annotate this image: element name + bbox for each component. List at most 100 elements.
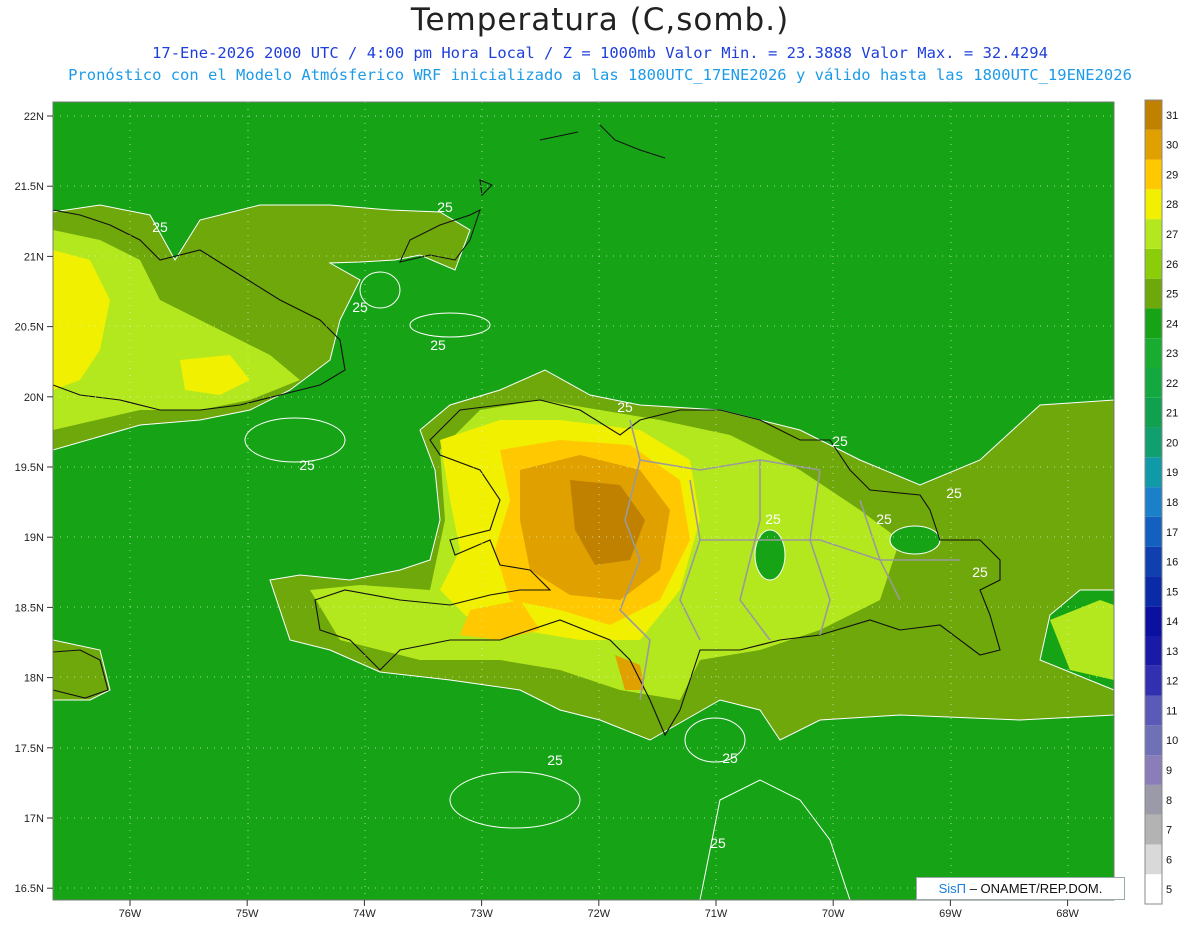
- contour-label: 25: [430, 337, 446, 353]
- lat-tick-label: 22N: [24, 111, 44, 123]
- lon-tick-label: 74W: [353, 908, 376, 920]
- colorbar-label: 26: [1166, 259, 1178, 271]
- colorbar-swatch: [1145, 755, 1162, 785]
- contour-label: 25: [547, 752, 563, 768]
- colorbar-label: 23: [1166, 348, 1178, 360]
- lon-tick-label: 75W: [236, 908, 259, 920]
- lon-tick-label: 70W: [822, 908, 845, 920]
- colorbar-label: 24: [1166, 318, 1178, 330]
- contour-label: 25: [765, 511, 781, 527]
- contour-label: 25: [617, 399, 633, 415]
- colorbar-swatch: [1145, 665, 1162, 696]
- colorbar-label: 21: [1166, 408, 1178, 420]
- field-lobe-1: [244, 417, 346, 463]
- colorbar-swatch: [1145, 874, 1162, 904]
- colorbar-swatch: [1145, 427, 1162, 458]
- colorbar-swatch: [1145, 457, 1162, 488]
- contour-label: 25: [722, 750, 738, 766]
- colorbar-swatch: [1145, 278, 1162, 309]
- colorbar-label: 10: [1166, 735, 1178, 747]
- lat-tick-label: 21.5N: [15, 181, 44, 193]
- lon-tick-label: 73W: [470, 908, 493, 920]
- lon-tick-label: 68W: [1056, 908, 1079, 920]
- field-lobe-8: [889, 525, 941, 555]
- colorbar-swatch: [1145, 189, 1162, 220]
- colorbar-swatch: [1145, 636, 1162, 666]
- colorbar-swatch: [1145, 219, 1162, 249]
- lon-tick-label: 76W: [119, 908, 142, 920]
- colorbar-swatch: [1145, 397, 1162, 428]
- contour-label: 25: [352, 299, 368, 315]
- credit-org: – ONAMET/REP.DOM.: [969, 881, 1103, 896]
- lat-tick-label: 19N: [24, 532, 44, 544]
- colorbar: 5 6 7 8 9 10 11 12 13 14 15 16 17 18 19 20 21 22 23 24 25 26 2…: [1144, 99, 1178, 905]
- lat-tick-label: 16.5N: [15, 883, 44, 895]
- colorbar-label: 7: [1166, 825, 1172, 837]
- colorbar-label: 16: [1166, 557, 1178, 569]
- colorbar-swatch: [1145, 606, 1162, 636]
- colorbar-swatch: [1145, 159, 1162, 190]
- colorbar-label: 27: [1166, 229, 1178, 241]
- colorbar-label: 8: [1166, 795, 1172, 807]
- colorbar-swatch: [1145, 784, 1162, 815]
- lat-tick-label: 19.5N: [15, 462, 44, 474]
- contour-label: 25: [832, 433, 848, 449]
- colorbar-label: 18: [1166, 497, 1178, 509]
- colorbar-swatch: [1145, 725, 1162, 756]
- lon-tick-label: 71W: [705, 908, 728, 920]
- lat-tick-label: 21N: [24, 251, 44, 263]
- colorbar-swatch: [1145, 487, 1162, 517]
- colorbar-swatch: [1145, 308, 1162, 339]
- colorbar-swatch: [1145, 129, 1162, 160]
- colorbar-label: 11: [1166, 705, 1177, 717]
- colorbar-label: 25: [1166, 289, 1178, 301]
- lat-tick-label: 20N: [24, 392, 44, 404]
- contour-label: 25: [299, 457, 315, 473]
- contour-label: 25: [152, 219, 168, 235]
- contour-label: 25: [710, 835, 726, 851]
- colorbar-swatch: [1145, 338, 1162, 368]
- colorbar-swatch: [1145, 695, 1162, 726]
- colorbar-label: 22: [1166, 378, 1178, 390]
- colorbar-label: 15: [1166, 586, 1178, 598]
- colorbar-label: 14: [1166, 616, 1178, 628]
- colorbar-label: 13: [1166, 646, 1178, 658]
- field-lobe-7: [754, 529, 786, 581]
- lat-tick-label: 20.5N: [15, 322, 44, 334]
- contour-label: 25: [876, 511, 892, 527]
- colorbar-label: 5: [1166, 884, 1172, 896]
- colorbar-label: 20: [1166, 437, 1178, 449]
- colorbar-label: 29: [1166, 169, 1178, 181]
- colorbar-label: 9: [1166, 765, 1172, 777]
- temperature-map: 25 25 25 25 25 25 25 25 25 25 25 25 25 25 22N 21.5N 21N…: [15, 99, 1178, 920]
- latitude-axis: 22N 21.5N 21N 20.5N 20N 19.5N 19N 18.5N 18N 17.5N…: [15, 111, 53, 895]
- colorbar-swatch: [1145, 546, 1162, 577]
- contour-label: 25: [437, 199, 453, 215]
- contour-label: 25: [946, 485, 962, 501]
- colorbar-label: 30: [1166, 140, 1178, 152]
- colorbar-swatch: [1145, 844, 1162, 875]
- lat-tick-label: 18.5N: [15, 602, 44, 614]
- lat-tick-label: 18N: [24, 673, 44, 685]
- credit-box: SisΠ – ONAMET/REP.DOM.: [916, 877, 1125, 900]
- lon-tick-label: 72W: [587, 908, 610, 920]
- colorbar-label: 17: [1166, 527, 1178, 539]
- colorbar-swatch: [1145, 248, 1162, 279]
- colorbar-label: 28: [1166, 199, 1178, 211]
- contour-label: 25: [972, 564, 988, 580]
- credit-logo: SisΠ: [938, 881, 967, 896]
- longitude-axis: 76W 75W 74W 73W 72W 71W 70W 69W 68W: [119, 900, 1080, 920]
- colorbar-label: 31: [1166, 110, 1178, 122]
- colorbar-swatch: [1145, 368, 1162, 398]
- colorbar-swatch: [1145, 576, 1162, 607]
- colorbar-label: 6: [1166, 854, 1172, 866]
- field-lobe-2: [449, 771, 581, 829]
- lon-tick-label: 69W: [939, 908, 962, 920]
- colorbar-swatch: [1145, 100, 1162, 130]
- field-lobe-6: [409, 312, 491, 338]
- lat-tick-label: 17.5N: [15, 743, 44, 755]
- lat-tick-label: 17N: [24, 813, 44, 825]
- colorbar-swatch: [1145, 516, 1162, 547]
- colorbar-swatch: [1145, 814, 1162, 845]
- colorbar-label: 19: [1166, 467, 1178, 479]
